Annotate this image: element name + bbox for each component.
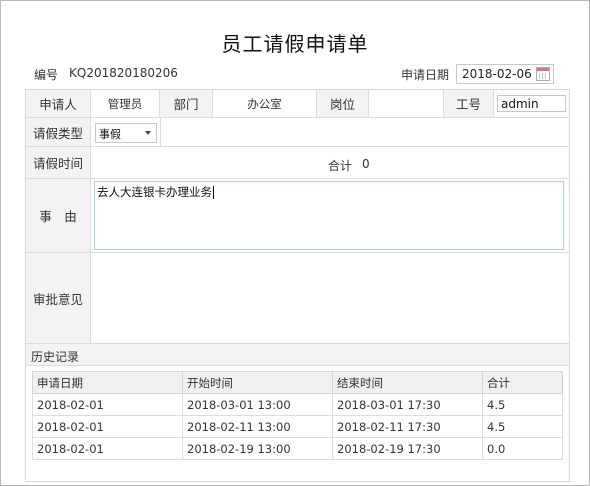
reason-textarea[interactable]: 去人大连银卡办理业务 [94, 181, 564, 250]
history-header-row: 申请日期 开始时间 结束时间 合计 [32, 371, 563, 394]
dept-label: 部门 [160, 90, 213, 118]
page-title: 员工请假申请单 [221, 32, 369, 56]
table-row[interactable]: 2018-02-01 2018-03-01 13:00 2018-03-01 1… [32, 393, 563, 416]
history-label: 历史记录 [26, 344, 569, 366]
table-cell: 4.5 [482, 393, 563, 416]
text-cursor [213, 186, 214, 199]
approval-label: 审批意见 [26, 253, 91, 344]
divider [160, 118, 161, 147]
empno-input[interactable]: admin [497, 95, 566, 112]
table-cell: 2018-02-11 17:30 [332, 415, 483, 438]
leave-time-label: 请假时间 [26, 147, 91, 179]
total-value: 0 [362, 157, 370, 171]
apply-date-field[interactable]: 2018-02-06 [456, 64, 554, 84]
table-cell: 2018-02-11 13:00 [182, 415, 333, 438]
total-label: 合计 [328, 159, 353, 173]
chevron-down-icon[interactable] [145, 131, 151, 135]
table-cell: 0.0 [482, 437, 563, 460]
leave-type-value: 事假 [99, 128, 121, 141]
number-value: KQ201820180206 [69, 66, 178, 80]
table-row[interactable]: 2018-02-01 2018-02-11 13:00 2018-02-11 1… [32, 415, 563, 438]
table-cell: 2018-02-19 13:00 [182, 437, 333, 460]
applicant-label: 申请人 [26, 90, 91, 118]
approval-field[interactable] [91, 253, 569, 344]
table-cell: 2018-03-01 17:30 [332, 393, 483, 416]
calendar-icon[interactable] [536, 67, 550, 81]
applicant-value: 管理员 [91, 90, 160, 118]
column-header[interactable]: 开始时间 [182, 371, 333, 394]
column-header[interactable]: 合计 [482, 371, 563, 394]
table-cell: 2018-03-01 13:00 [182, 393, 333, 416]
empno-label: 工号 [444, 90, 494, 118]
leave-type-label: 请假类型 [26, 118, 91, 147]
table-cell: 2018-02-01 [32, 393, 183, 416]
table-cell: 4.5 [482, 415, 563, 438]
table-cell: 2018-02-19 17:30 [332, 437, 483, 460]
reason-label: 事 由 [26, 179, 91, 253]
column-header[interactable]: 结束时间 [332, 371, 483, 394]
apply-date-label: 申请日期 [401, 68, 450, 82]
table-row[interactable]: 2018-02-01 2018-02-19 13:00 2018-02-19 1… [32, 437, 563, 460]
dept-value: 办公室 [213, 90, 317, 118]
table-cell: 2018-02-01 [32, 437, 183, 460]
table-cell: 2018-02-01 [32, 415, 183, 438]
reason-text: 去人大连银卡办理业务 [97, 185, 212, 199]
leave-form: 申请人 管理员 部门 办公室 岗位 工号 admin 请假类型 事假 请假时间 … [25, 89, 570, 482]
apply-date-value: 2018-02-06 [462, 67, 532, 81]
leave-type-cell [91, 118, 569, 147]
number-label: 编号 [34, 68, 59, 82]
post-value [369, 90, 444, 118]
column-header[interactable]: 申请日期 [32, 371, 183, 394]
post-label: 岗位 [317, 90, 369, 118]
leave-type-select[interactable]: 事假 [95, 123, 157, 143]
history-table: 申请日期 开始时间 结束时间 合计 2018-02-01 2018-03-01 … [32, 371, 563, 460]
